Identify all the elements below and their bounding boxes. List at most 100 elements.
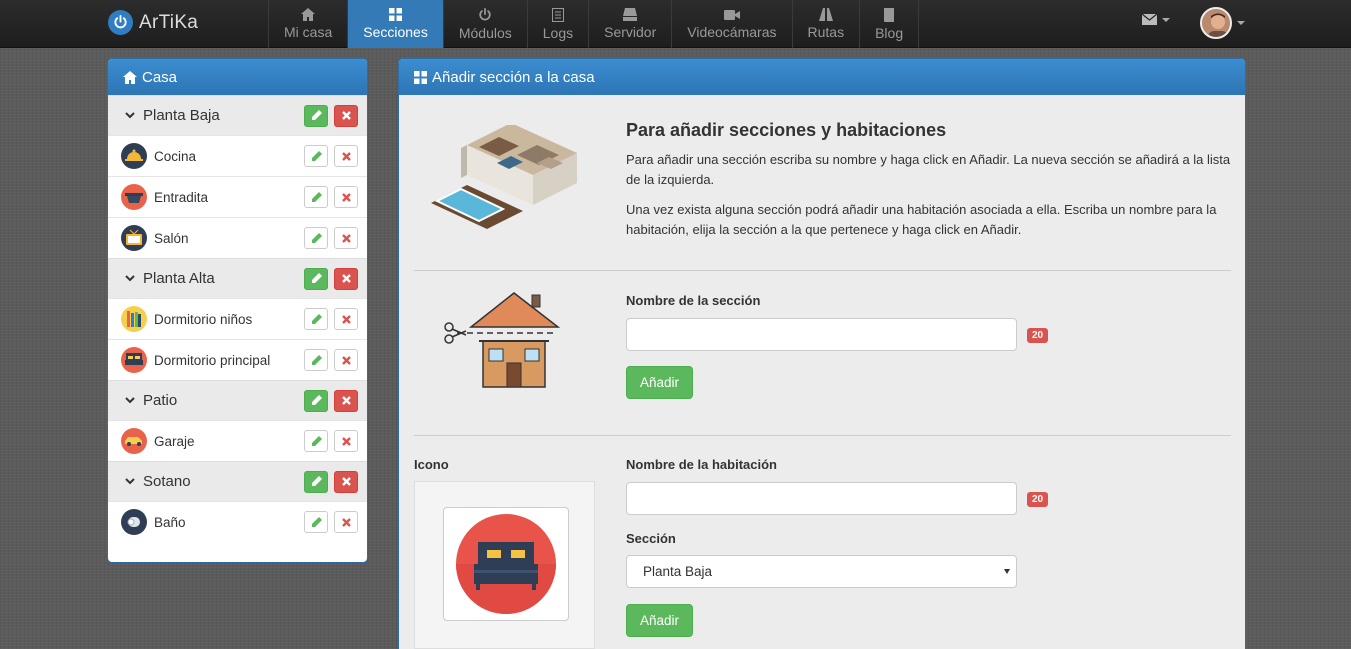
delete-section-button[interactable] (334, 267, 358, 290)
pencil-icon (311, 476, 322, 486)
nav-item-logs[interactable]: Logs (528, 0, 590, 48)
edit-room-button[interactable] (304, 186, 328, 208)
section-name: Planta Alta (143, 270, 215, 287)
selected-icon-button[interactable] (443, 507, 569, 621)
close-icon (341, 477, 351, 486)
room-item-cocina[interactable]: Cocina (108, 135, 367, 176)
nav-label: Módulos (458, 24, 512, 41)
panel-title: Añadir sección a la casa (432, 68, 595, 86)
nav-label: Blog (875, 24, 904, 41)
close-icon (341, 314, 351, 324)
delete-section-button[interactable] (334, 389, 358, 412)
messages-dropdown[interactable] (1142, 14, 1170, 25)
avatar (1200, 7, 1232, 39)
delete-room-button[interactable] (334, 186, 358, 208)
brand[interactable]: ArTiKa (108, 10, 198, 35)
delete-room-button[interactable] (334, 227, 358, 249)
pencil-icon (311, 313, 322, 324)
edit-section-button[interactable] (304, 267, 328, 290)
edit-room-button[interactable] (304, 308, 328, 330)
room-item-entradita[interactable]: Entradita (108, 176, 367, 217)
chevron-down-icon[interactable] (125, 112, 135, 119)
room-item-dormitorio-ninos[interactable]: Dormitorio niños (108, 298, 367, 339)
house-panel-header: Casa (108, 59, 367, 95)
nav-item-mi-casa[interactable]: Mi casa (269, 0, 349, 48)
add-room-button[interactable]: Añadir (626, 604, 693, 637)
edit-section-button[interactable] (304, 470, 328, 493)
room-name: Dormitorio niños (154, 311, 253, 327)
section-name-input[interactable] (626, 318, 1017, 351)
grid-icon (389, 8, 403, 21)
add-section-panel: Añadir sección a la casa Para añadir sec… (398, 58, 1246, 649)
nav-item-secciones[interactable]: Secciones (348, 0, 444, 48)
basket-icon (121, 184, 147, 210)
log-icon (551, 7, 564, 22)
room-name: Dormitorio principal (154, 352, 271, 368)
nav-item-rutas[interactable]: Rutas (793, 0, 861, 48)
room-name: Cocina (154, 148, 197, 164)
nav-label: Logs (542, 24, 574, 41)
edit-section-button[interactable] (304, 104, 328, 127)
room-item-bano[interactable]: Baño (108, 501, 367, 542)
section-select[interactable]: Planta Baja (626, 555, 1017, 588)
bed-icon (121, 347, 147, 373)
brand-name: ArTiKa (139, 11, 199, 33)
section-sotano[interactable]: Sotano (108, 461, 367, 501)
nav-item-blog[interactable]: Blog (860, 0, 920, 48)
section-planta-alta[interactable]: Planta Alta (108, 258, 367, 298)
delete-room-button[interactable] (334, 145, 358, 167)
bookshelf-icon (121, 306, 147, 332)
intro-paragraph-1: Para añadir una sección escriba su nombr… (626, 152, 1231, 187)
chevron-down-icon (1237, 21, 1245, 25)
edit-section-button[interactable] (304, 389, 328, 412)
user-menu[interactable] (1200, 7, 1245, 39)
nav-item-videocamaras[interactable]: Videocámaras (672, 0, 793, 48)
section-name: Patio (143, 392, 178, 409)
chevron-down-icon[interactable] (125, 397, 135, 404)
room-item-garaje[interactable]: Garaje (108, 420, 367, 461)
nav-item-servidor[interactable]: Servidor (589, 0, 673, 48)
tv-icon (121, 225, 147, 251)
char-counter-badge: 20 (1027, 328, 1049, 343)
chevron-down-icon[interactable] (125, 275, 135, 282)
house-floorplan-illustration (431, 125, 577, 229)
add-section-button[interactable]: Añadir (626, 366, 693, 399)
pencil-icon (311, 110, 322, 120)
nav-label: Mi casa (284, 24, 333, 40)
bed-icon (456, 514, 556, 614)
edit-room-button[interactable] (304, 227, 328, 249)
nav-label: Secciones (363, 24, 428, 40)
room-name: Entradita (154, 189, 209, 205)
pencil-icon (311, 516, 322, 527)
section-name: Planta Baja (143, 107, 220, 124)
divider (414, 435, 1231, 436)
edit-room-button[interactable] (304, 430, 328, 452)
edit-room-button[interactable] (304, 349, 328, 371)
delete-room-button[interactable] (334, 511, 358, 533)
room-name-input[interactable] (626, 482, 1017, 515)
nav-item-modulos[interactable]: Módulos (444, 0, 528, 48)
edit-room-button[interactable] (304, 145, 328, 167)
delete-section-button[interactable] (334, 104, 358, 127)
delete-section-button[interactable] (334, 470, 358, 493)
room-item-dormitorio-principal[interactable]: Dormitorio principal (108, 339, 367, 380)
room-name: Baño (154, 514, 186, 530)
delete-room-button[interactable] (334, 308, 358, 330)
pencil-icon (311, 150, 322, 161)
section-planta-baja[interactable]: Planta Baja (108, 95, 367, 135)
server-icon (623, 8, 638, 21)
icon-label: Icono (414, 457, 449, 472)
cloche-icon (121, 143, 147, 169)
delete-room-button[interactable] (334, 349, 358, 371)
char-counter-badge: 20 (1027, 492, 1049, 507)
add-section-panel-header: Añadir sección a la casa (399, 59, 1245, 95)
chevron-down-icon[interactable] (125, 478, 135, 485)
section-patio[interactable]: Patio (108, 380, 367, 420)
main-nav: Mi casa Secciones Módulos Logs Servidor … (268, 0, 920, 48)
close-icon (341, 517, 351, 527)
room-name-label: Nombre de la habitación (626, 457, 777, 472)
edit-room-button[interactable] (304, 511, 328, 533)
room-item-salon[interactable]: Salón (108, 217, 367, 258)
delete-room-button[interactable] (334, 430, 358, 452)
pencil-icon (311, 395, 322, 405)
